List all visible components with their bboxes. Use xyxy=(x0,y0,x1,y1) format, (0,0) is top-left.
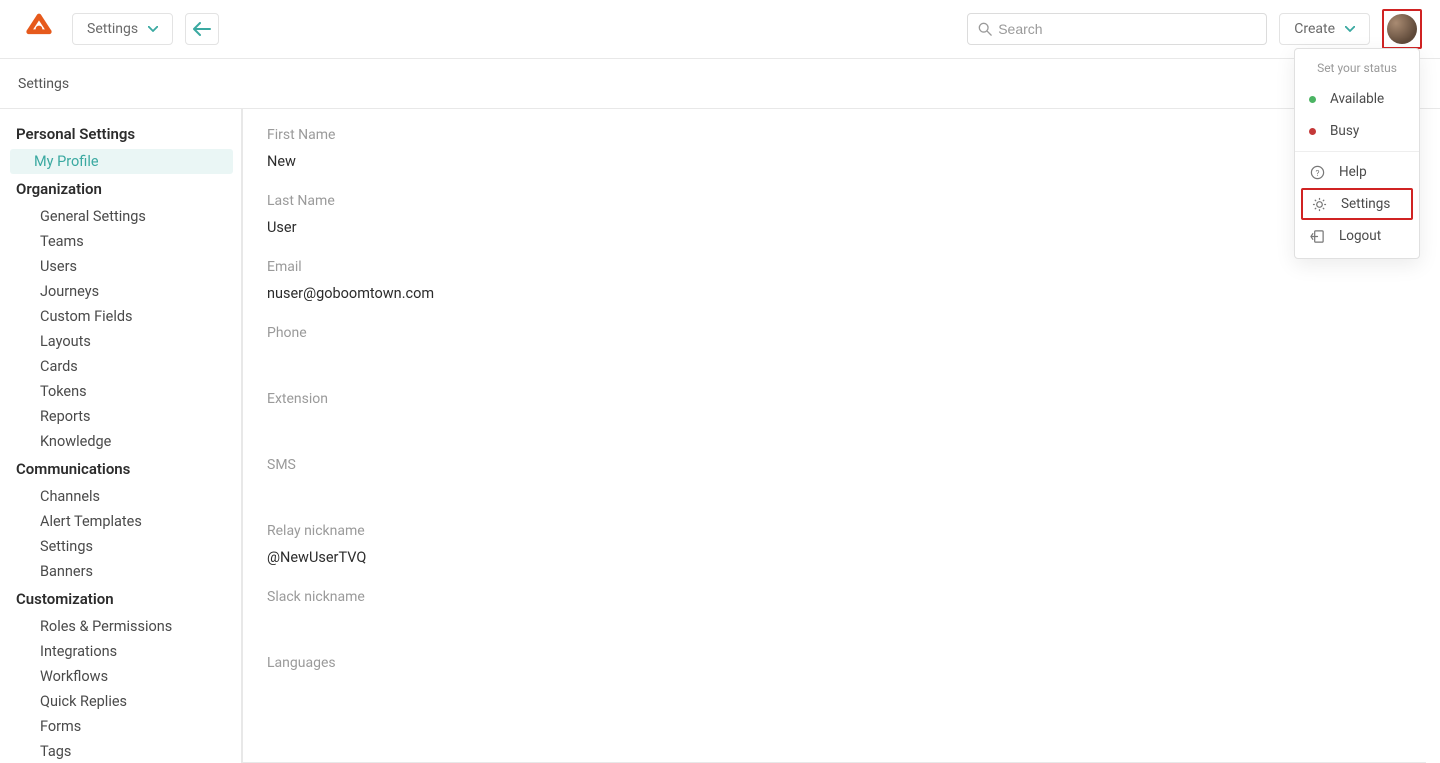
status-busy[interactable]: Busy xyxy=(1295,115,1419,147)
field-phone: Phone xyxy=(267,325,1402,369)
dropdown-logout[interactable]: Logout xyxy=(1295,220,1419,252)
user-avatar-button[interactable] xyxy=(1382,9,1422,49)
sidebar-item-reports[interactable]: Reports xyxy=(6,404,235,429)
settings-label: Settings xyxy=(87,21,138,37)
first-name-value: New xyxy=(267,153,1402,171)
languages-value xyxy=(267,681,1402,699)
topbar: Settings Create xyxy=(0,0,1440,59)
help-icon: ? xyxy=(1309,164,1325,180)
sidebar-item-roles[interactable]: Roles & Permissions xyxy=(6,614,235,639)
search-box[interactable] xyxy=(967,13,1267,45)
sidebar-item-quick-replies[interactable]: Quick Replies xyxy=(6,689,235,714)
arrow-left-icon xyxy=(193,22,211,36)
logout-icon xyxy=(1309,228,1325,244)
status-dot-red-icon xyxy=(1309,128,1316,135)
sidebar-item-cards[interactable]: Cards xyxy=(6,354,235,379)
avatar xyxy=(1387,14,1417,44)
last-name-label: Last Name xyxy=(267,193,1402,209)
slack-value xyxy=(267,615,1402,633)
sidebar-item-comm-settings[interactable]: Settings xyxy=(6,534,235,559)
dropdown-separator xyxy=(1295,151,1419,152)
settings-dropdown-button[interactable]: Settings xyxy=(72,13,173,45)
sidebar-item-knowledge[interactable]: Knowledge xyxy=(6,429,235,454)
sidebar-item-tokens[interactable]: Tokens xyxy=(6,379,235,404)
search-input[interactable] xyxy=(998,21,1256,37)
sidebar-item-integrations[interactable]: Integrations xyxy=(6,639,235,664)
sidebar-item-channels[interactable]: Channels xyxy=(6,484,235,509)
sidebar-item-users[interactable]: Users xyxy=(6,254,235,279)
field-last-name: Last Name User xyxy=(267,193,1402,237)
sidebar-item-journeys[interactable]: Journeys xyxy=(6,279,235,304)
sidebar-item-teams[interactable]: Teams xyxy=(6,229,235,254)
dropdown-status-header: Set your status xyxy=(1295,55,1419,83)
field-extension: Extension xyxy=(267,391,1402,435)
chevron-down-icon xyxy=(1345,26,1355,32)
extension-label: Extension xyxy=(267,391,1402,407)
dropdown-help-label: Help xyxy=(1339,164,1367,180)
sidebar-item-workflows[interactable]: Workflows xyxy=(6,664,235,689)
app-logo[interactable] xyxy=(18,8,60,50)
field-email: Email nuser@goboomtown.com xyxy=(267,259,1402,303)
content: First Name New Last Name User Email nuse… xyxy=(242,109,1440,763)
sidebar-section-personal: Personal Settings xyxy=(0,119,241,149)
email-value: nuser@goboomtown.com xyxy=(267,285,1402,303)
body: Personal Settings My Profile Organizatio… xyxy=(0,109,1440,763)
relay-label: Relay nickname xyxy=(267,523,1402,539)
sidebar-item-layouts[interactable]: Layouts xyxy=(6,329,235,354)
languages-label: Languages xyxy=(267,655,1402,671)
breadcrumb: Settings xyxy=(18,76,69,92)
sms-value xyxy=(267,483,1402,501)
field-slack-nickname: Slack nickname xyxy=(267,589,1402,633)
back-button[interactable] xyxy=(185,13,219,45)
field-languages: Languages xyxy=(267,655,1402,699)
field-relay-nickname: Relay nickname @NewUserTVQ xyxy=(267,523,1402,567)
phone-value xyxy=(267,351,1402,369)
sidebar-section-organization: Organization xyxy=(0,174,241,204)
sidebar-item-my-profile[interactable]: My Profile xyxy=(10,149,233,174)
sms-label: SMS xyxy=(267,457,1402,473)
first-name-label: First Name xyxy=(267,127,1402,143)
field-sms: SMS xyxy=(267,457,1402,501)
field-first-name: First Name New xyxy=(267,127,1402,171)
svg-text:?: ? xyxy=(1315,168,1319,178)
slack-label: Slack nickname xyxy=(267,589,1402,605)
create-button[interactable]: Create xyxy=(1279,13,1370,45)
last-name-value: User xyxy=(267,219,1402,237)
dropdown-settings[interactable]: Settings xyxy=(1301,188,1413,220)
sidebar-item-tags[interactable]: Tags xyxy=(6,739,235,763)
status-busy-label: Busy xyxy=(1330,123,1359,139)
sidebar-item-banners[interactable]: Banners xyxy=(6,559,235,584)
dropdown-logout-label: Logout xyxy=(1339,228,1381,244)
status-dot-green-icon xyxy=(1309,96,1316,103)
dropdown-settings-label: Settings xyxy=(1341,196,1390,212)
breadcrumb-bar: Settings xyxy=(0,59,1440,109)
gear-icon xyxy=(1311,196,1327,212)
email-label: Email xyxy=(267,259,1402,275)
create-label: Create xyxy=(1294,21,1335,37)
logo-icon xyxy=(22,12,56,46)
search-icon xyxy=(978,22,992,36)
sidebar: Personal Settings My Profile Organizatio… xyxy=(0,109,242,763)
extension-value xyxy=(267,417,1402,435)
sidebar-item-custom-fields[interactable]: Custom Fields xyxy=(6,304,235,329)
status-available-label: Available xyxy=(1330,91,1384,107)
sidebar-item-forms[interactable]: Forms xyxy=(6,714,235,739)
dropdown-help[interactable]: ? Help xyxy=(1295,156,1419,188)
status-available[interactable]: Available xyxy=(1295,83,1419,115)
relay-value: @NewUserTVQ xyxy=(267,549,1402,567)
chevron-down-icon xyxy=(148,26,158,32)
sidebar-section-communications: Communications xyxy=(0,454,241,484)
sidebar-item-alert-templates[interactable]: Alert Templates xyxy=(6,509,235,534)
sidebar-section-customization: Customization xyxy=(0,584,241,614)
phone-label: Phone xyxy=(267,325,1402,341)
user-dropdown: Set your status Available Busy ? Help Se… xyxy=(1294,48,1420,259)
sidebar-item-general-settings[interactable]: General Settings xyxy=(6,204,235,229)
profile-panel: First Name New Last Name User Email nuse… xyxy=(242,109,1426,763)
